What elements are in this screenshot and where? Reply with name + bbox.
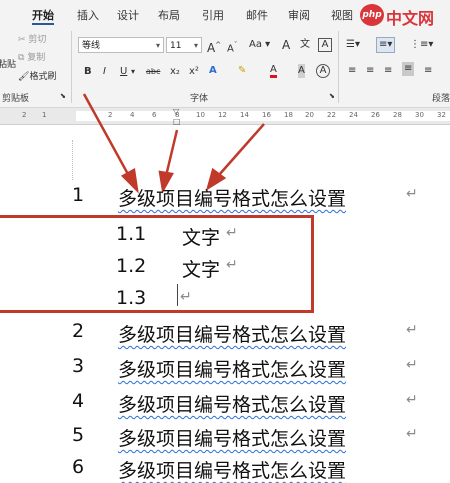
group-separator xyxy=(338,31,339,103)
paragraph-group-label: 段落 xyxy=(432,94,450,104)
list-item[interactable]: 1 多级项目编号格式怎么设置 ↵ xyxy=(72,184,418,210)
grow-font-button[interactable]: A^ xyxy=(207,38,221,55)
ruler-number: 1 xyxy=(42,111,47,119)
justify-icon[interactable]: ≡ xyxy=(402,62,415,76)
paragraph-mark: ↵ xyxy=(406,186,418,202)
clipboard-dialog-launcher[interactable]: ⬊ xyxy=(60,89,66,103)
multilevel-list-icon[interactable]: ⋮≡▾ xyxy=(410,38,433,52)
font-group-label: 字体 xyxy=(190,94,209,104)
tab-file-partial[interactable] xyxy=(0,7,4,20)
ruler-number: 6 xyxy=(152,111,157,119)
paragraph-mark: ↵ xyxy=(406,392,418,408)
margin-guide xyxy=(72,140,74,180)
bold-button[interactable]: B xyxy=(84,65,92,79)
align-right-icon[interactable]: ≡ xyxy=(384,64,392,78)
ruler-number: 16 xyxy=(262,111,271,119)
paragraph-mark: ↵ xyxy=(406,322,418,338)
phonetic-guide-button[interactable]: 文 xyxy=(300,38,310,52)
list-item[interactable]: 3 多级项目编号格式怎么设置 ↵ xyxy=(72,355,418,381)
tab-home[interactable]: 开始 xyxy=(32,7,54,23)
ruler-number: 12 xyxy=(218,111,227,119)
paragraph-mark: ↵ xyxy=(406,357,418,373)
tab-view[interactable]: 视图 xyxy=(331,7,353,23)
italic-button[interactable]: I xyxy=(103,65,106,79)
change-case-button[interactable]: Aa ▾ xyxy=(249,38,270,52)
copy-button[interactable]: ⧉ 复制 xyxy=(18,51,45,65)
group-separator xyxy=(71,31,72,103)
ruler-number: 28 xyxy=(393,111,402,119)
align-left-icon[interactable]: ≡ xyxy=(348,64,356,78)
ruler-number: 26 xyxy=(371,111,380,119)
subscript-button[interactable]: x₂ xyxy=(170,65,180,79)
list-text: 多级项目编号格式怎么设置 xyxy=(118,460,347,482)
tab-design[interactable]: 设计 xyxy=(117,7,139,23)
list-text: 多级项目编号格式怎么设置 xyxy=(118,394,347,416)
align-center-icon[interactable]: ≡ xyxy=(366,64,374,78)
character-shading-button[interactable]: A xyxy=(298,64,305,78)
superscript-button[interactable]: x² xyxy=(189,65,199,79)
ruler-number: 32 xyxy=(437,111,446,119)
strikethrough-button[interactable]: abc xyxy=(146,65,160,79)
ruler-number: 10 xyxy=(196,111,205,119)
list-text: 多级项目编号格式怎么设置 xyxy=(118,188,347,210)
site-watermark: php 中文网 xyxy=(360,2,450,28)
ruler-number: 2 xyxy=(108,111,113,119)
font-color-button[interactable]: A xyxy=(270,64,277,78)
tab-insert[interactable]: 插入 xyxy=(77,7,99,23)
list-item[interactable]: 2 多级项目编号格式怎么设置 ↵ xyxy=(72,320,418,346)
ruler-number: 22 xyxy=(327,111,336,119)
format-painter-button[interactable]: 🖌格式刷 xyxy=(18,70,56,84)
list-number: 5 xyxy=(72,424,85,446)
list-item[interactable]: 5 多级项目编号格式怎么设置 ↵ xyxy=(72,424,418,450)
text-effects-button[interactable]: A xyxy=(209,64,217,78)
list-number: 4 xyxy=(72,390,85,412)
distributed-icon[interactable]: ≡ xyxy=(424,64,432,78)
font-size-combo[interactable]: 11 ▾ xyxy=(166,37,202,53)
watermark-text: 中文网 xyxy=(386,9,435,28)
underline-button[interactable]: U xyxy=(120,65,127,79)
shrink-font-button[interactable]: Aˇ xyxy=(227,38,237,56)
indent-marker-icon[interactable]: ▽ xyxy=(173,107,179,116)
chevron-down-icon: ▾ xyxy=(155,41,160,50)
list-text: 多级项目编号格式怎么设置 xyxy=(118,359,347,381)
enclose-characters-button[interactable]: A xyxy=(318,38,332,52)
paste-button[interactable]: 粘贴 xyxy=(0,58,16,72)
highlight-icon[interactable]: ✎ xyxy=(238,64,246,78)
tab-layout[interactable]: 布局 xyxy=(158,7,180,23)
ruler-number: 30 xyxy=(415,111,424,119)
font-name-combo[interactable]: 等线 ▾ xyxy=(78,37,164,53)
paragraph-mark: ↵ xyxy=(406,426,418,442)
list-text: 多级项目编号格式怎么设置 xyxy=(118,324,347,346)
list-number: 2 xyxy=(72,320,85,342)
underline-dropdown-icon[interactable]: ▾ xyxy=(131,65,135,79)
bullets-icon[interactable]: ☰▾ xyxy=(346,38,360,52)
active-tab-indicator xyxy=(32,23,54,25)
clipboard-group-label: 剪贴板 xyxy=(2,94,30,104)
tab-references[interactable]: 引用 xyxy=(202,7,224,23)
chevron-down-icon: ▾ xyxy=(193,41,198,50)
list-number: 6 xyxy=(72,456,85,478)
annotation-highlight-box xyxy=(0,215,314,313)
cut-button[interactable]: ✂ 剪切 xyxy=(18,33,46,47)
list-text: 多级项目编号格式怎么设置 xyxy=(118,428,347,450)
list-item[interactable]: 6 多级项目编号格式怎么设置 xyxy=(72,456,346,482)
list-number: 3 xyxy=(72,355,85,377)
tab-review[interactable]: 审阅 xyxy=(288,7,310,23)
ruler-number: 20 xyxy=(305,111,314,119)
list-number: 1 xyxy=(72,184,85,206)
ruler-number: 4 xyxy=(130,111,135,119)
watermark-badge: php xyxy=(360,4,384,26)
list-item[interactable]: 4 多级项目编号格式怎么设置 ↵ xyxy=(72,390,418,416)
clear-formatting-button[interactable]: A xyxy=(282,38,290,52)
horizontal-ruler[interactable]: 2 1 2 4 6 8 10 12 14 16 18 20 22 24 26 2… xyxy=(0,107,450,126)
ruler-number: 14 xyxy=(240,111,249,119)
ruler-number: 24 xyxy=(349,111,358,119)
tab-mailings[interactable]: 邮件 xyxy=(246,7,268,23)
ruler-number: 2 xyxy=(22,111,27,119)
numbering-icon[interactable]: ≡▾ xyxy=(376,37,396,53)
ruler-number: 18 xyxy=(284,111,293,119)
font-dialog-launcher[interactable]: ⬊ xyxy=(329,89,335,103)
enclose-circle-button[interactable]: A xyxy=(316,64,330,78)
